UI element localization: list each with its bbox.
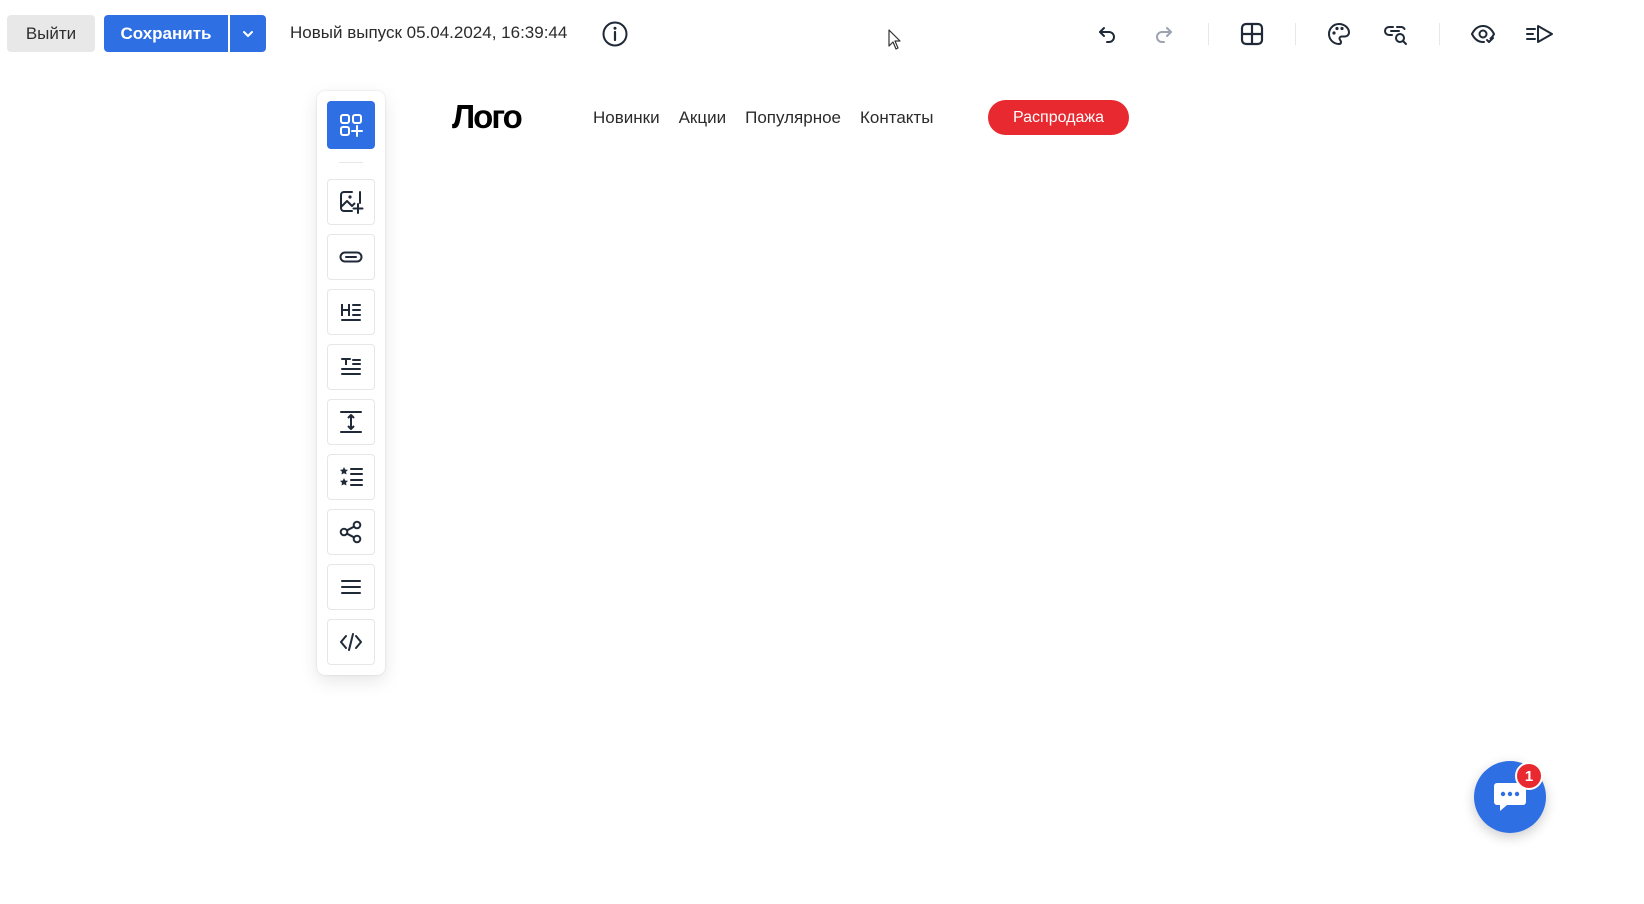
nav-link-popular[interactable]: Популярное — [745, 108, 841, 128]
toolbar-divider — [1439, 23, 1440, 45]
button-icon — [339, 251, 363, 263]
release-title: Новый выпуск 05.04.2024, 16:39:44 — [290, 23, 568, 42]
send-button[interactable] — [1524, 18, 1556, 50]
sidebar-item-image[interactable] — [327, 179, 375, 225]
info-button[interactable] — [600, 19, 630, 49]
code-icon — [340, 633, 362, 651]
share-icon — [339, 520, 362, 544]
image-add-icon — [340, 191, 364, 214]
link-check-button[interactable] — [1380, 18, 1412, 50]
add-block-button[interactable] — [327, 101, 375, 149]
text-icon — [341, 358, 361, 375]
heading-icon — [341, 304, 361, 321]
palette-icon — [1328, 22, 1351, 46]
chevron-down-icon — [243, 30, 253, 37]
sidebar-item-spacer[interactable] — [327, 399, 375, 445]
logo-text[interactable]: Лого — [452, 98, 523, 136]
top-toolbar: Выйти Сохранить Новый выпуск 05.04.2024,… — [0, 0, 1644, 70]
layout-grid-icon — [1240, 22, 1264, 46]
preview-button[interactable] — [1467, 18, 1499, 50]
mouse-cursor-icon — [888, 29, 901, 50]
sidebar-item-text[interactable] — [327, 344, 375, 390]
add-block-icon — [340, 114, 363, 137]
redo-icon — [1156, 27, 1172, 43]
save-options-button[interactable] — [230, 15, 266, 52]
save-button-group: Сохранить — [104, 15, 266, 52]
save-button[interactable]: Сохранить — [104, 15, 228, 52]
menu-icon — [341, 580, 361, 594]
toolbar-divider — [1208, 23, 1209, 45]
toolbar-divider — [1295, 23, 1296, 45]
preview-eye-icon — [1471, 24, 1496, 43]
list-icon — [340, 467, 363, 486]
sidebar-divider — [339, 162, 363, 163]
nav-link-new[interactable]: Новинки — [593, 108, 660, 128]
layout-button[interactable] — [1236, 18, 1268, 50]
sale-button[interactable]: Распродажа — [988, 100, 1129, 135]
sidebar-item-heading[interactable] — [327, 289, 375, 335]
chat-unread-badge: 1 — [1515, 762, 1543, 790]
sidebar-item-social[interactable] — [327, 509, 375, 555]
sidebar-item-code[interactable] — [327, 619, 375, 665]
blocks-sidebar — [317, 91, 385, 675]
sidebar-item-button[interactable] — [327, 234, 375, 280]
nav-link-promo[interactable]: Акции — [679, 108, 727, 128]
info-icon — [602, 21, 628, 47]
sidebar-item-menu[interactable] — [327, 564, 375, 610]
redo-button[interactable] — [1148, 18, 1180, 50]
sidebar-item-list[interactable] — [327, 454, 375, 500]
undo-icon — [1099, 27, 1115, 43]
link-search-icon — [1384, 25, 1407, 45]
exit-button[interactable]: Выйти — [7, 15, 95, 52]
theme-button[interactable] — [1323, 18, 1355, 50]
nav-link-contacts[interactable]: Контакты — [860, 108, 933, 128]
spacer-icon — [340, 411, 362, 433]
undo-button[interactable] — [1091, 18, 1123, 50]
canvas-nav-menu: Новинки Акции Популярное Контакты — [593, 108, 952, 128]
send-icon — [1526, 25, 1553, 43]
